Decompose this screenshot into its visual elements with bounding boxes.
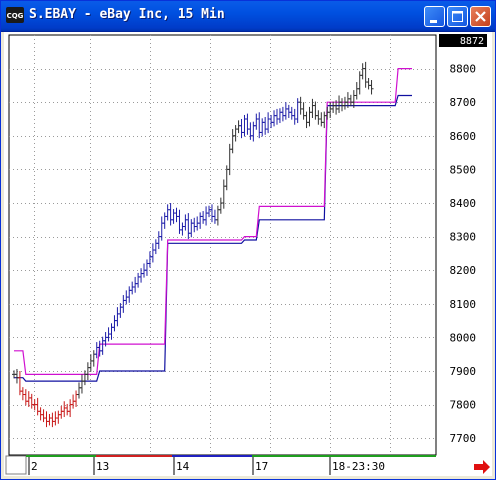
date-label: 13 — [96, 460, 109, 473]
y-tick-label: 7800 — [450, 399, 477, 412]
maximize-button[interactable] — [447, 6, 468, 27]
corner-box[interactable] — [5, 455, 27, 475]
date-label: 2 — [31, 460, 38, 473]
y-tick-label: 7900 — [450, 365, 477, 378]
y-tick-label: 8000 — [450, 331, 477, 344]
y-tick-label: 7700 — [450, 432, 477, 445]
minimize-icon — [430, 20, 437, 23]
date-label: 18-23:30 — [332, 460, 385, 473]
last-price-label: 8872 — [460, 36, 484, 47]
y-tick-label: 8700 — [450, 96, 477, 109]
date-label: 14 — [176, 460, 190, 473]
y-tick-label: 8500 — [450, 163, 477, 176]
cqg-app-icon: CQG — [6, 7, 24, 23]
price-chart[interactable]: 7700 7800 7900 8000 8100 8200 8300 8400 8500 8600… — [4, 32, 492, 476]
y-tick-label: 8300 — [450, 231, 477, 244]
y-tick-label: 8600 — [450, 130, 477, 143]
svg-text:CQG: CQG — [7, 12, 24, 20]
date-label: 17 — [255, 460, 268, 473]
minimize-button[interactable] — [424, 6, 445, 27]
close-icon — [475, 11, 486, 22]
chart-area[interactable]: 7700 7800 7900 8000 8100 8200 8300 8400 8500 8600… — [4, 32, 492, 476]
plot-frame — [8, 34, 437, 456]
y-tick-label: 8400 — [450, 197, 477, 210]
window-title: S.EBAY - eBay Inc, 15 Min — [29, 7, 225, 22]
close-button[interactable] — [470, 6, 491, 27]
maximize-icon — [452, 11, 463, 22]
scroll-right-arrow-icon[interactable] — [474, 460, 490, 474]
y-tick-label: 8200 — [450, 264, 477, 277]
title-bar[interactable]: CQG S.EBAY - eBay Inc, 15 Min — [1, 1, 495, 32]
chart-window: CQG S.EBAY - eBay Inc, 15 Min 7700 7800 79… — [0, 0, 496, 480]
y-tick-label: 8100 — [450, 298, 477, 311]
y-tick-label: 8800 — [450, 63, 477, 76]
